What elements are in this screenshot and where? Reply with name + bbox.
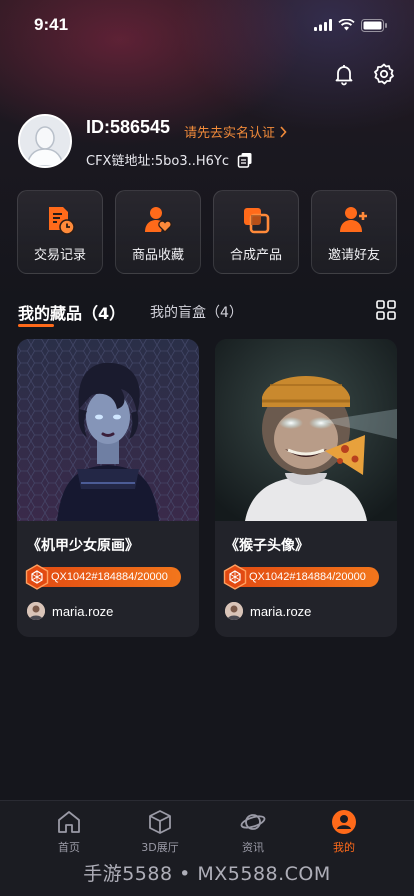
quick-transaction-record[interactable]: 交易记录 (17, 190, 103, 274)
chain-address: CFX链地址:5bo3..H6Yc (86, 150, 253, 169)
hexagon-badge-icon (25, 564, 49, 590)
status-bar: 9:41 (0, 0, 414, 50)
collection-card[interactable]: 《猴子头像》 QX1042#184884/20000 maria.roze (215, 339, 397, 637)
card-owner: maria.roze (27, 602, 113, 620)
owner-avatar (27, 602, 45, 620)
nav-news[interactable]: 资讯 (213, 809, 293, 855)
wifi-icon (338, 19, 355, 31)
profile-header: ID:586545 请先去实名认证 CFX链地址:5bo3..H6Yc (18, 114, 396, 174)
collection-tabs: 我的藏品（4） 我的盲盒（4） (18, 298, 396, 330)
verify-link-label: 请先去实名认证 (184, 126, 276, 141)
bell-icon[interactable] (332, 62, 356, 86)
nav-news-label: 资讯 (242, 841, 264, 854)
tab-my-collection[interactable]: 我的藏品（4） (18, 300, 125, 324)
owner-avatar (225, 602, 243, 620)
grid-view-icon[interactable] (376, 300, 396, 320)
gear-icon[interactable] (372, 62, 396, 86)
owner-name: maria.roze (52, 603, 114, 619)
invite-friend-icon (340, 207, 367, 232)
quick-transaction-record-label: 交易记录 (33, 248, 86, 263)
serial-number: QX1042#184884/20000 (51, 571, 168, 583)
tab-active-indicator (18, 324, 54, 327)
hexagon-badge-icon (223, 564, 247, 590)
home-icon (58, 811, 80, 833)
collection-card[interactable]: 《机甲少女原画》 QX1042#184884/20000 maria.roze (17, 339, 199, 637)
mecha-girl-artwork-image (17, 339, 199, 521)
user-id: ID:586545 (86, 117, 171, 137)
nav-mine-label: 我的 (333, 841, 355, 854)
card-owner: maria.roze (225, 602, 311, 620)
avatar[interactable] (18, 114, 72, 168)
cube-icon (149, 810, 171, 834)
bottom-nav: 首页 3D展厅 资讯 我的 手游5588 • MX5588.COM (0, 800, 414, 896)
planet-icon (240, 814, 266, 830)
serial-badge: QX1042#184884/20000 (25, 564, 181, 590)
nav-3d-gallery-label: 3D展厅 (141, 841, 179, 854)
quick-invite-friend[interactable]: 邀请好友 (311, 190, 397, 274)
quick-favorites-label: 商品收藏 (131, 248, 184, 263)
owner-name: maria.roze (250, 603, 312, 619)
nav-mine[interactable]: 我的 (304, 809, 384, 855)
transaction-record-icon (49, 207, 75, 235)
tab-my-blind-box[interactable]: 我的盲盒（4） (150, 302, 243, 322)
quick-favorites[interactable]: 商品收藏 (115, 190, 201, 274)
compose-icon (244, 208, 270, 234)
serial-badge: QX1042#184884/20000 (223, 564, 379, 590)
quick-invite-friend-label: 邀请好友 (327, 248, 380, 263)
favorites-icon (145, 207, 172, 233)
card-title: 《猴子头像》 (225, 538, 309, 554)
copy-icon[interactable] (237, 152, 253, 168)
battery-icon (361, 18, 387, 32)
status-icons (314, 18, 388, 32)
chevron-right-icon (280, 125, 287, 138)
verify-link[interactable]: 请先去实名认证 (184, 122, 287, 141)
nav-home-label: 首页 (58, 841, 80, 854)
quick-compose[interactable]: 合成产品 (213, 190, 299, 274)
quick-compose-label: 合成产品 (229, 248, 282, 263)
watermark: 手游5588 • MX5588.COM (83, 863, 331, 885)
nav-home[interactable]: 首页 (29, 809, 109, 855)
profile-icon (332, 810, 356, 834)
quick-actions: 交易记录 商品收藏 合成产品 邀请好友 (17, 190, 397, 274)
status-time: 9:41 (34, 15, 69, 34)
serial-number: QX1042#184884/20000 (249, 571, 366, 583)
monkey-avatar-image (215, 339, 397, 521)
signal-icon (314, 19, 332, 31)
chain-address-text: CFX链地址:5bo3..H6Yc (86, 154, 229, 169)
top-actions (332, 62, 396, 86)
nav-3d-gallery[interactable]: 3D展厅 (120, 809, 200, 855)
card-title: 《机甲少女原画》 (27, 538, 139, 554)
